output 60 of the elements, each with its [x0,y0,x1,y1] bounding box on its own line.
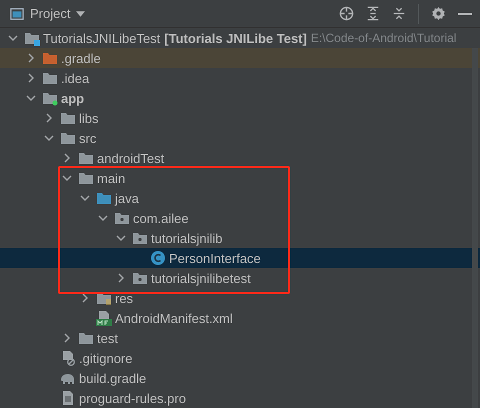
collapse-chevron-icon[interactable] [8,33,18,43]
class-icon [150,250,166,266]
expand-chevron-icon[interactable] [62,153,72,163]
expand-chevron-icon[interactable] [62,333,72,343]
settings-icon[interactable] [431,6,446,21]
package-folder-icon [132,230,148,246]
folder-icon [96,190,112,206]
tree-item[interactable]: PersonInterface [169,250,261,266]
collapse-chevron-icon[interactable] [80,193,90,203]
tree-item[interactable]: tutorialsjnilib [151,230,223,246]
folder-icon [42,70,58,86]
dropdown-caret-icon[interactable] [76,10,86,16]
tree-item[interactable]: .gitignore [79,350,132,366]
tree-item[interactable]: androidTest [97,150,164,166]
module-folder-icon [24,30,40,46]
tree-item[interactable]: proguard-rules.pro [79,390,186,406]
panel-title[interactable]: Project [30,6,70,21]
tree-item[interactable]: AndroidManifest.xml [115,310,233,326]
collapse-chevron-icon[interactable] [116,233,126,243]
folder-icon [78,170,94,186]
minimize-icon[interactable] [458,12,472,16]
folder-icon [78,330,94,346]
tree-item[interactable]: java [115,190,139,206]
expand-chevron-icon[interactable] [26,73,36,83]
tree-item[interactable]: app [61,90,84,106]
collapse-chevron-icon[interactable] [44,133,54,143]
package-folder-icon [114,210,130,226]
scrollbar[interactable] [472,48,478,408]
expand-chevron-icon[interactable] [44,113,54,123]
module-name: [Tutorials JNILibe Test] [164,30,307,46]
ignored-file-icon [60,350,76,366]
tree-item[interactable]: .idea [61,70,90,86]
tree-item[interactable]: main [97,170,126,186]
tree-item[interactable]: libs [79,110,99,126]
expand-all-icon[interactable] [366,6,380,21]
expand-chevron-icon[interactable] [26,53,36,63]
expand-chevron-icon[interactable] [80,293,90,303]
expand-chevron-icon[interactable] [116,273,126,283]
folder-icon [60,130,76,146]
folder-icon [42,50,58,66]
module-folder-icon [42,90,58,106]
tree-item[interactable]: TutorialsJNILibeTest [43,30,160,46]
tree-item[interactable]: .gradle [61,50,101,66]
manifest-file-icon [96,310,112,326]
collapse-chevron-icon[interactable] [26,93,36,103]
package-folder-icon [132,270,148,286]
collapse-all-icon[interactable] [392,6,406,21]
collapse-chevron-icon[interactable] [62,173,72,183]
folder-icon [78,150,94,166]
tree-item[interactable]: build.gradle [79,370,146,386]
tree-item[interactable]: tutorialsjnilibetest [151,270,251,286]
tree-item[interactable]: test [97,330,118,346]
folder-icon [60,110,76,126]
tree-item[interactable]: com.ailee [133,210,189,226]
tree-item[interactable]: src [79,130,96,146]
project-path: E:\Code-of-Android\Tutorial [310,31,456,45]
tree-item[interactable]: res [115,290,134,306]
project-window-icon [10,6,24,20]
locate-icon[interactable] [339,6,354,21]
collapse-chevron-icon[interactable] [98,213,108,223]
